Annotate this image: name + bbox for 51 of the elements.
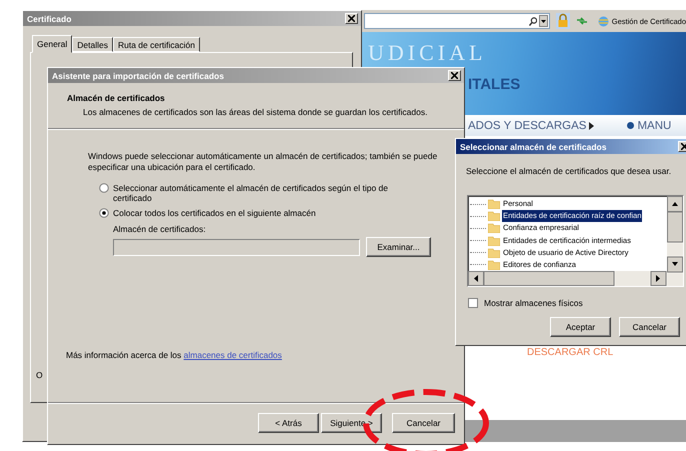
window-title: Seleccionar almacén de certificados (460, 142, 606, 152)
folder-icon (488, 223, 500, 234)
folder-icon (488, 236, 500, 246)
banner-title: UDICIAL (368, 40, 488, 66)
radio-button[interactable] (99, 208, 109, 218)
close-icon (451, 72, 458, 79)
folder-icon (488, 199, 500, 210)
tab[interactable]: General (32, 35, 72, 53)
close-button[interactable] (448, 70, 461, 81)
tab[interactable]: Ruta de certificación (112, 37, 200, 52)
search-icon (528, 16, 537, 26)
radio-button[interactable] (99, 183, 109, 193)
arrows-icon[interactable] (576, 15, 588, 27)
dialog-button[interactable]: Cancelar (392, 413, 455, 433)
info-text: Más información acerca de los almacenes de certificados (66, 350, 283, 360)
menu-item[interactable]: MANU (627, 120, 672, 132)
instructions-text: Windows puede seleccionar automáticamente un almacén de certificados; también se puede especificar una ubicación para el certificado. (88, 151, 438, 173)
tab[interactable]: Detalles (72, 37, 113, 52)
option-label: Seleccionar automáticamente el almacén de certificados según el tipo de certificado (113, 183, 389, 203)
window-title: Certificado (27, 14, 72, 24)
close-icon (348, 15, 355, 22)
dialog-button[interactable]: < Atrás (258, 413, 319, 433)
bullet-icon (627, 122, 634, 129)
menu-item[interactable]: ADOS Y DESCARGAS (468, 120, 594, 132)
checkbox[interactable] (468, 298, 478, 308)
close-button[interactable] (345, 13, 358, 24)
dialog-button[interactable]: Cancelar (619, 317, 680, 337)
search-field[interactable] (364, 13, 550, 29)
banner-subtitle: ITALES (468, 76, 522, 93)
folder-icon (488, 248, 500, 258)
info-link[interactable]: almacenes de certificados (184, 350, 282, 360)
arrow-icon (589, 122, 594, 130)
section-heading: Almacén de certificados (67, 93, 166, 103)
store-field[interactable] (113, 238, 360, 256)
dropdown-icon[interactable] (538, 15, 548, 27)
vertical-scrollbar[interactable] (667, 196, 683, 286)
field-label: Almacén de certificados: (113, 224, 207, 234)
close-icon (681, 143, 686, 150)
option-label: Colocar todos los certificados en el siguiente almacén (113, 208, 317, 218)
lock-icon[interactable] (556, 13, 570, 29)
section-description: Los almacenes de certificados son las áreas del sistema donde se guardan los certificados. (83, 107, 428, 117)
globe-icon (598, 16, 609, 26)
partial-text: O (36, 370, 44, 380)
browse-button[interactable]: Examinar... (366, 237, 431, 257)
checkbox-label: Mostrar almacenes físicos (484, 298, 583, 308)
folder-icon (488, 211, 500, 222)
dialog-button[interactable]: Siguiente > (321, 413, 382, 433)
horizontal-scrollbar[interactable] (468, 271, 667, 286)
dialog-button[interactable]: Aceptar (550, 317, 611, 337)
prompt-text: Seleccione el almacén de certificados que desea usar. (466, 166, 672, 176)
window-title: Asistente para importación de certificados (52, 70, 224, 80)
